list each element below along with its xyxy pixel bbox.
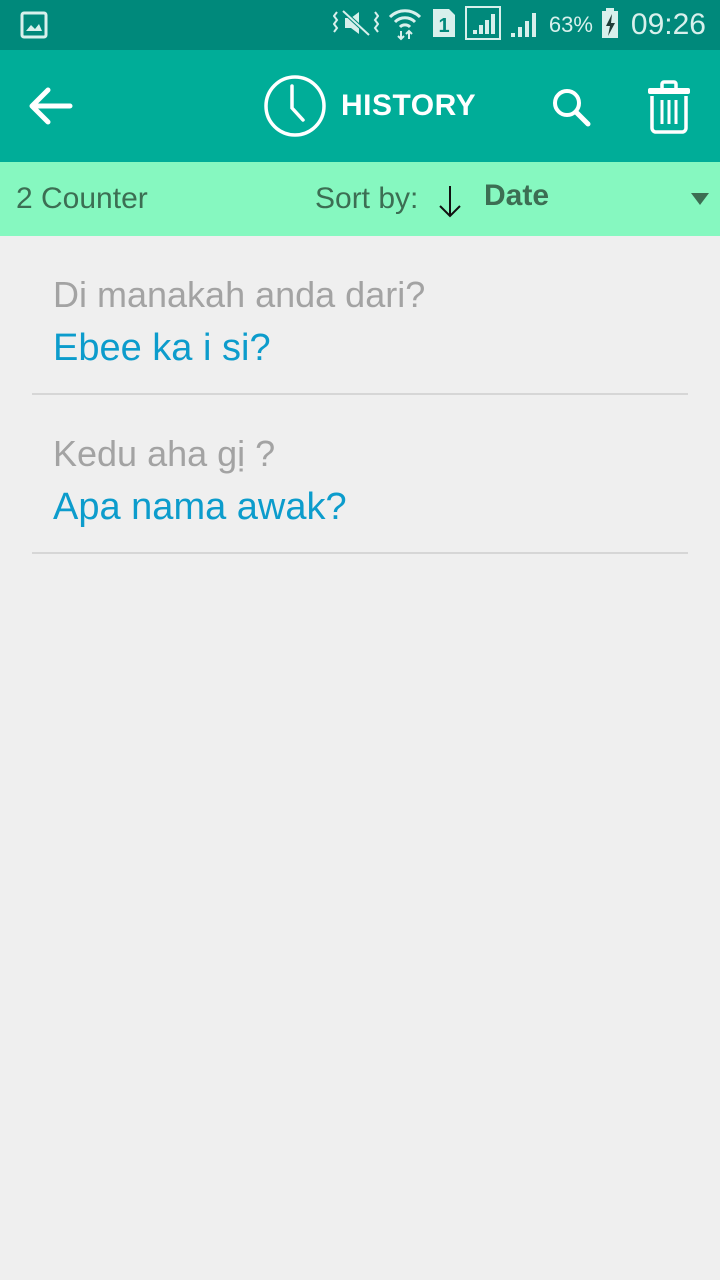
vibrate-mute-icon	[332, 8, 380, 43]
clock-icon	[264, 75, 326, 137]
sort-label: Sort by:	[315, 182, 419, 215]
signal-sim1-icon	[464, 5, 501, 45]
sort-direction-toggle[interactable]	[437, 184, 463, 218]
battery-percentage: 63%	[548, 12, 593, 37]
translation-text: Ebee ka i si?	[53, 327, 271, 369]
signal-sim2-icon	[509, 7, 541, 44]
history-list: Di manakah anda dari? Ebee ka i si? Kedu…	[0, 236, 720, 554]
arrow-down-icon	[439, 186, 461, 218]
title-group: HISTORY	[263, 74, 476, 138]
app-bar: HISTORY	[0, 50, 720, 162]
translation-text: Apa nama awak?	[53, 486, 347, 528]
arrow-left-icon	[29, 87, 73, 125]
dropdown-triangle-icon	[691, 193, 709, 205]
source-text: Di manakah anda dari?	[53, 274, 426, 315]
search-icon	[553, 89, 591, 127]
battery-charging-icon	[601, 7, 619, 44]
svg-text:1: 1	[438, 15, 449, 37]
clock-time: 09:26	[630, 8, 706, 41]
trash-icon	[648, 80, 690, 134]
list-item[interactable]: Di manakah anda dari? Ebee ka i si?	[32, 236, 688, 395]
sort-bar: 2 Counter Sort by: Date	[0, 162, 720, 236]
search-button[interactable]	[550, 86, 594, 130]
gallery-notification-icon	[20, 11, 48, 44]
sim-1-icon: 1	[431, 7, 457, 44]
back-button[interactable]	[26, 84, 74, 128]
sort-select[interactable]: Date	[484, 179, 549, 213]
wifi-data-icon	[387, 5, 423, 46]
status-bar: 1 63% 09:26	[0, 0, 720, 50]
delete-all-button[interactable]	[646, 80, 692, 134]
sort-dropdown-button[interactable]	[690, 192, 710, 206]
list-item[interactable]: Kedu aha gị ? Apa nama awak?	[32, 395, 688, 554]
history-counter: 2 Counter	[16, 182, 148, 215]
source-text: Kedu aha gị ?	[53, 433, 276, 474]
page-title: HISTORY	[341, 89, 477, 122]
